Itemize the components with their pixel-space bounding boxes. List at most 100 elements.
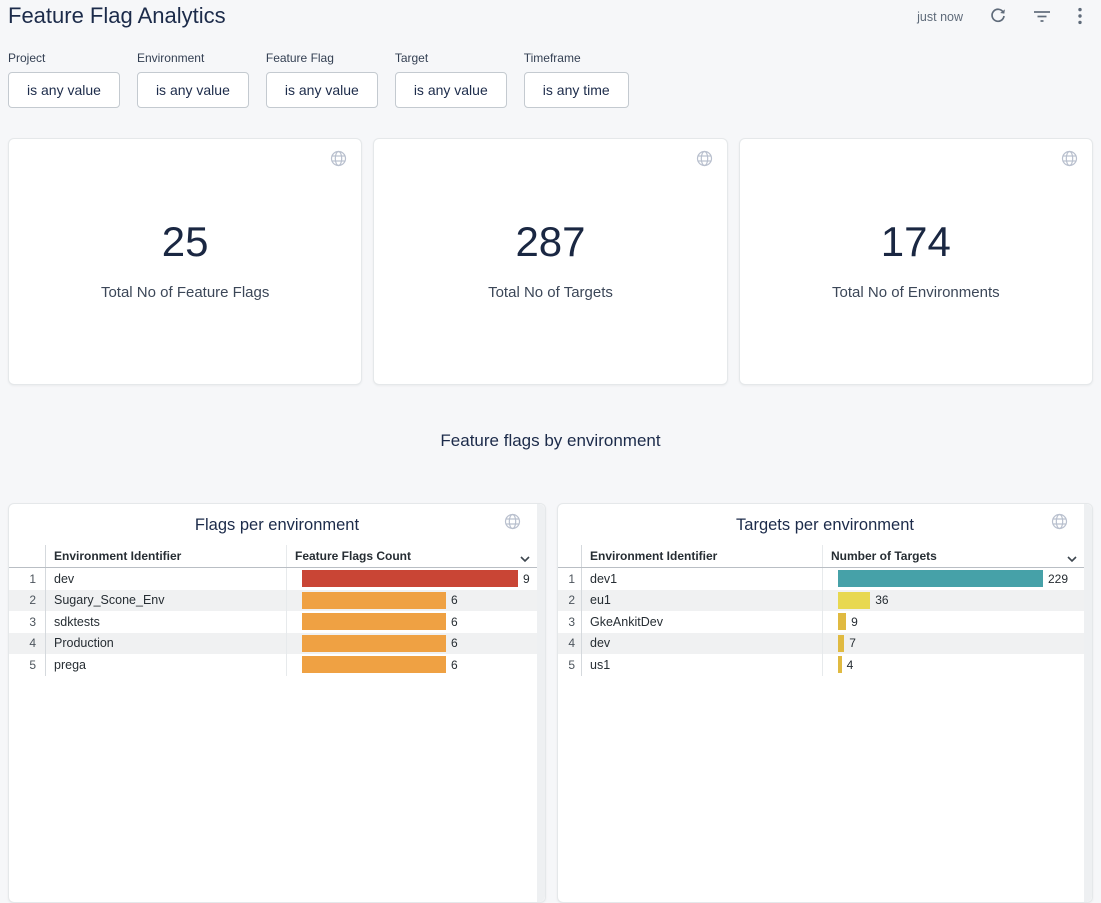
explore-globe-button[interactable] — [1051, 513, 1068, 533]
bar — [302, 656, 446, 673]
environment-identifier-cell: eu1 — [582, 590, 823, 612]
table-scrollbar[interactable] — [537, 504, 545, 902]
filter-project: Project is any value — [8, 51, 120, 108]
row-index: 1 — [558, 568, 582, 590]
table-scrollbar[interactable] — [1084, 504, 1092, 902]
bar — [838, 635, 844, 652]
bar — [838, 592, 870, 609]
table-row: 2 Sugary_Scone_Env 6 — [9, 590, 545, 612]
explore-globe-button[interactable] — [696, 150, 713, 170]
row-index: 5 — [558, 654, 582, 676]
bar — [838, 570, 1043, 587]
column-sort-button[interactable] — [1066, 551, 1078, 566]
table-row: 3 GkeAnkitDev 9 — [558, 611, 1092, 633]
explore-globe-button[interactable] — [330, 150, 347, 170]
table-body: 1 dev1 229 2 eu1 36 3 — [558, 568, 1092, 676]
environment-identifier-cell: us1 — [582, 654, 823, 676]
bar — [302, 613, 446, 630]
value-cell: 7 — [823, 633, 1092, 655]
table-row: 5 us1 4 — [558, 654, 1092, 676]
page-title: Feature Flag Analytics — [8, 3, 226, 29]
table-row: 1 dev1 229 — [558, 568, 1092, 590]
filter-label: Target — [395, 51, 507, 65]
chevron-down-icon — [1066, 555, 1078, 563]
kpi-label: Total No of Environments — [740, 284, 1092, 301]
target-filter-button[interactable]: is any value — [395, 72, 507, 108]
value-cell: 36 — [823, 590, 1092, 612]
row-index: 3 — [558, 611, 582, 633]
environment-identifier-cell: dev — [46, 568, 287, 590]
row-index: 4 — [9, 633, 46, 655]
table-row: 4 Production 6 — [9, 633, 545, 655]
bar-value: 6 — [451, 615, 458, 629]
environment-identifier-cell: sdktests — [46, 611, 287, 633]
table-header-row: Environment Identifier Number of Targets — [558, 545, 1092, 568]
filter-label: Project — [8, 51, 120, 65]
last-refreshed-label: just now — [917, 10, 963, 24]
filter-environment: Environment is any value — [137, 51, 249, 108]
bar — [838, 656, 842, 673]
globe-icon — [1061, 150, 1078, 167]
chart-title: Flags per environment — [9, 504, 545, 535]
kpi-value: 287 — [374, 139, 726, 263]
bar-value: 9 — [523, 572, 530, 586]
column-sort-button[interactable] — [519, 551, 531, 566]
bar — [302, 570, 518, 587]
table-row: 5 prega 6 — [9, 654, 545, 676]
globe-icon — [1051, 513, 1068, 530]
kpi-tile-feature-flags: 25 Total No of Feature Flags — [8, 138, 362, 385]
kpi-label: Total No of Feature Flags — [9, 284, 361, 301]
feature-flags-count-header: Feature Flags Count — [287, 545, 545, 567]
environment-identifier-cell: dev1 — [582, 568, 823, 590]
bar-value: 6 — [451, 636, 458, 650]
kebab-menu-icon — [1077, 7, 1083, 28]
row-index-header — [558, 545, 582, 567]
filter-target: Target is any value — [395, 51, 507, 108]
bar-value: 229 — [1048, 572, 1068, 586]
header-actions: just now — [917, 6, 1083, 28]
value-cell: 4 — [823, 654, 1092, 676]
environment-identifier-cell: Production — [46, 633, 287, 655]
kpi-tile-targets: 287 Total No of Targets — [373, 138, 727, 385]
chevron-down-icon — [519, 555, 531, 563]
table-row: 4 dev 7 — [558, 633, 1092, 655]
value-cell: 6 — [287, 590, 545, 612]
timeframe-filter-button[interactable]: is any time — [524, 72, 629, 108]
kpi-value: 174 — [740, 139, 1092, 263]
value-cell: 229 — [823, 568, 1092, 590]
row-index: 2 — [558, 590, 582, 612]
filter-bar: Project is any value Environment is any … — [8, 51, 629, 108]
globe-icon — [504, 513, 521, 530]
number-of-targets-header: Number of Targets — [823, 545, 1092, 567]
globe-icon — [330, 150, 347, 167]
chart-title: Targets per environment — [558, 504, 1092, 535]
more-menu-button[interactable] — [1077, 7, 1083, 28]
environment-identifier-header: Environment Identifier — [46, 545, 287, 567]
project-filter-button[interactable]: is any value — [8, 72, 120, 108]
explore-globe-button[interactable] — [504, 513, 521, 533]
table-row: 1 dev 9 — [9, 568, 545, 590]
value-cell: 9 — [823, 611, 1092, 633]
column-label: Number of Targets — [831, 549, 937, 563]
targets-per-environment-card: Targets per environment Environment Iden… — [557, 503, 1093, 903]
row-index: 5 — [9, 654, 46, 676]
chart-row: Flags per environment Environment Identi… — [8, 503, 1093, 903]
explore-globe-button[interactable] — [1061, 150, 1078, 170]
environment-filter-button[interactable]: is any value — [137, 72, 249, 108]
environment-identifier-header: Environment Identifier — [582, 545, 823, 567]
refresh-button[interactable] — [989, 7, 1007, 28]
table-header-row: Environment Identifier Feature Flags Cou… — [9, 545, 545, 568]
kpi-value: 25 — [9, 139, 361, 263]
row-index: 1 — [9, 568, 46, 590]
bar — [302, 635, 446, 652]
flags-per-environment-card: Flags per environment Environment Identi… — [8, 503, 546, 903]
environment-identifier-cell: dev — [582, 633, 823, 655]
bar-value: 6 — [451, 593, 458, 607]
bar-value: 6 — [451, 658, 458, 672]
filter-icon — [1033, 7, 1051, 28]
value-cell: 6 — [287, 633, 545, 655]
feature-flag-filter-button[interactable]: is any value — [266, 72, 378, 108]
environment-identifier-cell: GkeAnkitDev — [582, 611, 823, 633]
filters-button[interactable] — [1033, 7, 1051, 28]
filter-label: Environment — [137, 51, 249, 65]
